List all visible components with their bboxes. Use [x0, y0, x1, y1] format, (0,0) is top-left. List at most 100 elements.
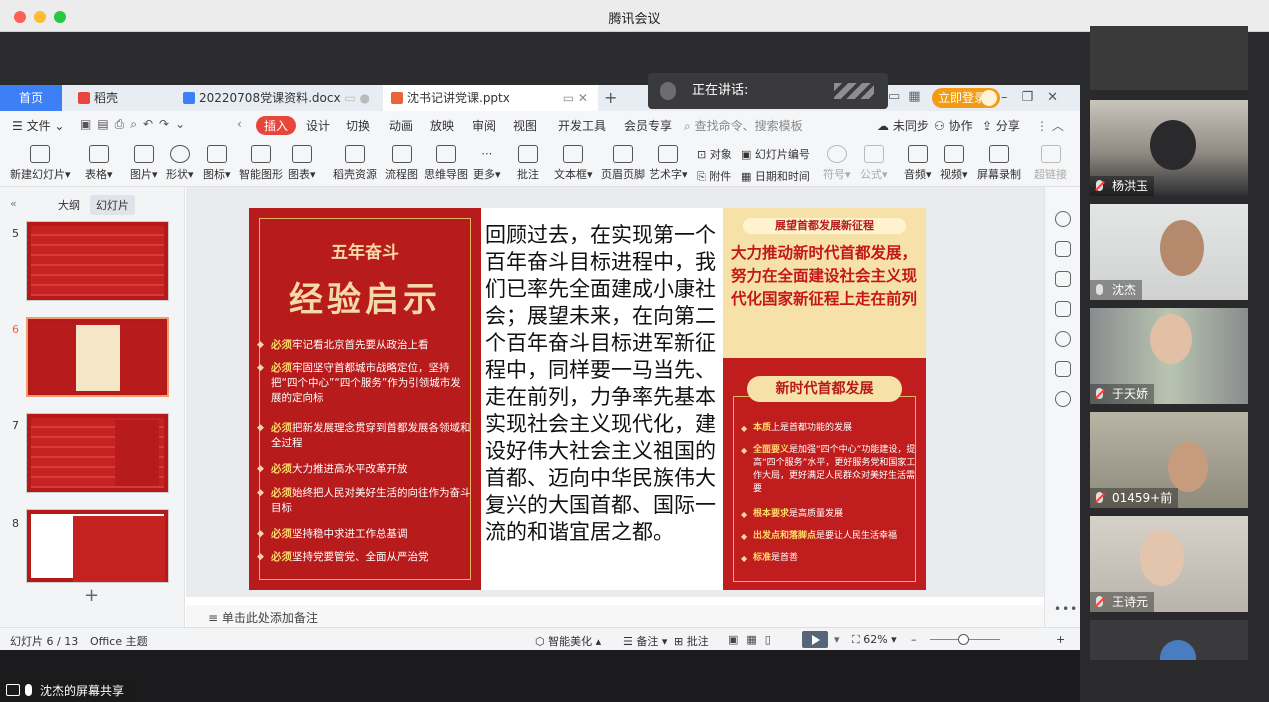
- header-footer-button[interactable]: 页眉页脚: [601, 145, 645, 182]
- zoom-in-button[interactable]: +: [1056, 633, 1065, 646]
- ppt-icon: [391, 92, 403, 104]
- slides-icon[interactable]: [1055, 301, 1071, 317]
- chart-button[interactable]: 图表▾: [288, 145, 316, 182]
- tab-docer[interactable]: 稻壳: [70, 85, 170, 111]
- slide-thumbnail-5[interactable]: [26, 221, 169, 301]
- menu-transition[interactable]: 切换: [346, 117, 370, 134]
- outlook-headline: 大力推动新时代首都发展，努力在全面建设社会主义现代化国家新征程上走在前列: [731, 244, 918, 308]
- participant-tile-partial[interactable]: [1090, 26, 1248, 90]
- slide-thumbnail-8[interactable]: [26, 509, 169, 583]
- zoom-level[interactable]: ⛶ 62% ▾: [852, 633, 897, 647]
- new-slide-button[interactable]: 新建幻灯片▾: [10, 145, 71, 182]
- image-button[interactable]: 图片▾: [130, 145, 158, 182]
- icons-button[interactable]: 图标▾: [203, 145, 231, 182]
- participant-tile[interactable]: 杨洪玉: [1090, 100, 1248, 196]
- screen-record-button[interactable]: 屏幕录制: [977, 145, 1021, 182]
- zoom-out-button[interactable]: –: [911, 633, 917, 646]
- smart-beautify-button[interactable]: ⬡ 智能美化 ▴: [535, 633, 601, 649]
- menu-slideshow[interactable]: 放映: [430, 117, 454, 134]
- comment-toggle[interactable]: ⊞ 批注: [674, 633, 709, 649]
- play-slideshow-button[interactable]: [802, 631, 828, 648]
- collaborate-button[interactable]: ⚇ 协作: [934, 117, 973, 134]
- sync-status[interactable]: ☁ 未同步: [877, 117, 929, 134]
- tab-home[interactable]: 首页: [0, 85, 62, 111]
- table-button[interactable]: 表格▾: [85, 145, 113, 182]
- new-era-subtitle: 新时代首都发展: [747, 376, 902, 402]
- video-icon: [943, 145, 964, 163]
- help-icon[interactable]: [1055, 331, 1071, 347]
- image-tools-icon[interactable]: [1055, 361, 1071, 377]
- more-options-icon[interactable]: ⋮ ︿: [1036, 117, 1064, 134]
- share-button[interactable]: ⇪ 分享: [982, 117, 1020, 134]
- audio-button[interactable]: 音频▾: [904, 145, 932, 182]
- view-mode-icons[interactable]: ▣▦▯: [728, 633, 779, 646]
- mindmap-button[interactable]: 思维导图: [424, 145, 468, 182]
- image-icon: [133, 145, 154, 163]
- tab-slides[interactable]: 幻灯片: [90, 195, 135, 215]
- hyperlink-button[interactable]: 超链接: [1034, 145, 1067, 182]
- slide-number: 6: [12, 323, 19, 336]
- flowchart-button[interactable]: 流程图: [385, 145, 418, 182]
- tab-pptx[interactable]: 沈书记讲党课.pptx ▭ ✕: [383, 85, 598, 111]
- slide-number: 8: [12, 517, 19, 530]
- participant-tile[interactable]: 王诗元: [1090, 516, 1248, 612]
- menu-review[interactable]: 审阅: [472, 117, 496, 134]
- new-tab-button[interactable]: +: [604, 85, 617, 111]
- menu-design[interactable]: 设计: [306, 117, 330, 134]
- tab-outline[interactable]: 大纲: [52, 195, 86, 215]
- menu-file[interactable]: ☰ 文件 ⌄: [12, 117, 64, 134]
- microphone-icon: [25, 684, 32, 696]
- participant-tile[interactable]: 沈杰: [1090, 204, 1248, 300]
- login-button[interactable]: 立即登录: [932, 88, 1000, 108]
- quick-access-icons[interactable]: ▣▤⎙⌕↶↷⌄: [80, 117, 191, 132]
- video-button[interactable]: 视频▾: [940, 145, 968, 182]
- participant-panel: 杨洪玉 沈杰 于天娇 01459+前 王诗元: [1080, 26, 1269, 702]
- slide-thumbnail-7[interactable]: [26, 413, 169, 493]
- more-dots-icon[interactable]: •••: [1054, 602, 1078, 616]
- slide-number-button[interactable]: ▣ 幻灯片编号: [741, 146, 810, 162]
- participant-name: 王诗元: [1090, 592, 1155, 612]
- sync-label: 未同步: [892, 119, 929, 133]
- settings-sliders-icon[interactable]: [1055, 241, 1071, 257]
- screen-share-indicator[interactable]: 沈杰的屏幕共享: [0, 680, 135, 702]
- window-controls[interactable]: –❐✕: [1001, 85, 1072, 111]
- menu-member[interactable]: 会员专享: [624, 117, 672, 134]
- collapse-panel-icon[interactable]: «: [4, 195, 23, 212]
- participant-tile[interactable]: 于天娇: [1090, 308, 1248, 404]
- wordart-button[interactable]: 艺术字▾: [649, 145, 688, 182]
- participant-tile[interactable]: 01459+前: [1090, 412, 1248, 508]
- more-button[interactable]: ⋯ 更多▾: [473, 145, 501, 182]
- smartart-button[interactable]: 智能图形: [239, 145, 283, 182]
- textbox-button[interactable]: 文本框▾: [554, 145, 593, 182]
- play-options-icon[interactable]: ▾: [834, 633, 840, 646]
- menu-insert[interactable]: 插入: [256, 116, 297, 135]
- tab-docx[interactable]: 20220708党课资料.docx ▭ ●: [175, 85, 380, 111]
- rocket-icon[interactable]: [1055, 211, 1071, 227]
- menu-view[interactable]: 视图: [513, 117, 537, 134]
- command-search[interactable]: ⌕ 查找命令、搜索模板: [684, 117, 803, 134]
- notes-area[interactable]: ≡ 单击此处添加备注: [186, 605, 1044, 627]
- slide-thumbnail-6[interactable]: [26, 317, 169, 397]
- comment-button[interactable]: 批注: [517, 145, 539, 182]
- symbol-button[interactable]: 符号▾: [823, 145, 851, 182]
- shape-button[interactable]: 形状▾: [166, 145, 194, 182]
- search-icon: ⌕: [684, 119, 691, 133]
- datetime-button[interactable]: ▦ 日期和时间: [741, 168, 810, 184]
- location-icon[interactable]: [1055, 391, 1071, 407]
- menu-animation[interactable]: 动画: [389, 117, 413, 134]
- pin-icon[interactable]: [1055, 271, 1071, 287]
- notes-toggle[interactable]: ☰ 备注 ▾: [623, 633, 667, 649]
- object-button[interactable]: ⊡ 对象: [697, 146, 732, 162]
- resource-button[interactable]: 稻壳资源: [333, 145, 377, 182]
- add-slide-button[interactable]: +: [84, 585, 99, 606]
- current-slide[interactable]: 五年奋斗 经验启示 必须牢记看北京首先要从政治上看 必须牢固坚守首都城市战略定位…: [249, 208, 926, 590]
- participant-tile-partial[interactable]: [1090, 620, 1248, 660]
- tab-layout-icons[interactable]: ▭▦: [888, 89, 929, 104]
- zoom-slider-handle[interactable]: [958, 634, 969, 645]
- tab-close-icon[interactable]: ▭ ●: [344, 85, 370, 111]
- attachment-button[interactable]: ⎘ 附件: [697, 168, 731, 184]
- menu-collapse-icon[interactable]: ‹: [237, 117, 242, 131]
- menu-developer[interactable]: 开发工具: [558, 117, 606, 134]
- tab-close-icon[interactable]: ▭ ✕: [563, 85, 588, 111]
- formula-button[interactable]: 公式▾: [860, 145, 888, 182]
